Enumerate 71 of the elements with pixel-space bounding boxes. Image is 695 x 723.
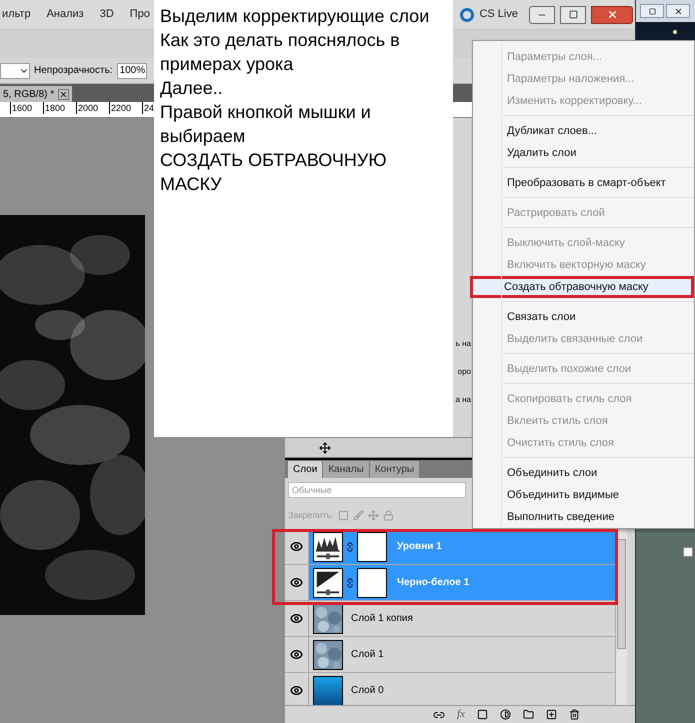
restore-button[interactable] bbox=[640, 4, 664, 18]
ruler-label: 2000 bbox=[76, 102, 109, 114]
resize-icon[interactable] bbox=[319, 442, 331, 454]
link-icon bbox=[345, 578, 355, 588]
menu-item[interactable]: Анализ bbox=[46, 6, 84, 23]
opacity-label: Непрозрачность: bbox=[34, 64, 113, 78]
eye-icon[interactable] bbox=[290, 648, 303, 661]
close-icon bbox=[674, 6, 682, 16]
lock-label: Закрепить: bbox=[288, 508, 334, 522]
adjustment-icon[interactable] bbox=[500, 709, 511, 720]
menu-item[interactable]: Преобразовать в смарт-объект bbox=[503, 172, 694, 194]
layer-row[interactable]: Слой 1 bbox=[285, 637, 615, 673]
gradient-thumbnail-icon bbox=[313, 676, 343, 705]
folder-icon[interactable] bbox=[522, 709, 534, 720]
fx-button[interactable]: fx bbox=[457, 706, 465, 723]
layer-name: Слой 1 копия bbox=[351, 612, 413, 626]
close-icon bbox=[606, 9, 618, 20]
layer-name: Слой 0 bbox=[351, 684, 384, 698]
cs-live-menu[interactable]: CS Live bbox=[479, 6, 518, 23]
menu-item[interactable]: Выполнить сведение bbox=[503, 506, 694, 528]
layer-name: Черно-белое 1 bbox=[397, 576, 470, 590]
note-text: Далее.. bbox=[160, 77, 224, 100]
levels-thumbnail-icon bbox=[313, 532, 343, 562]
close-button[interactable] bbox=[666, 4, 690, 18]
ruler-label: 2200 bbox=[109, 102, 142, 114]
panel-label: оро bbox=[458, 366, 471, 378]
layer-name: Слой 1 bbox=[351, 648, 384, 662]
note-text: СОЗДАТЬ ОБТРАВОЧНУЮ МАСКУ bbox=[160, 149, 388, 196]
panel-tab[interactable]: Слои bbox=[288, 461, 322, 478]
close-button[interactable] bbox=[591, 6, 633, 24]
menu-item[interactable]: Удалить слои bbox=[503, 142, 694, 164]
blend-mode-field[interactable]: Обычные bbox=[288, 482, 466, 498]
eye-icon[interactable] bbox=[290, 684, 303, 697]
restore-icon bbox=[648, 8, 656, 14]
maximize-button[interactable] bbox=[560, 6, 586, 24]
add-mask-icon[interactable] bbox=[476, 709, 488, 720]
mask-thumbnail bbox=[357, 568, 387, 598]
menu-item[interactable]: Объединить слои bbox=[503, 462, 694, 484]
layer-name: Уровни 1 bbox=[397, 540, 442, 554]
menu-item[interactable]: Про bbox=[130, 6, 150, 23]
trash-icon[interactable] bbox=[568, 709, 580, 720]
layer-row[interactable]: Слой 1 копия bbox=[285, 601, 615, 637]
new-layer-icon[interactable] bbox=[546, 709, 557, 720]
menu-item[interactable]: Дубликат слоев... bbox=[503, 120, 694, 142]
eye-icon[interactable] bbox=[290, 540, 303, 553]
link-icon bbox=[345, 542, 355, 552]
mask-thumbnail bbox=[357, 532, 387, 562]
menu-item[interactable]: Объединить видимые bbox=[503, 484, 694, 506]
panel-tab[interactable]: Каналы bbox=[323, 461, 369, 478]
ruler-label: 1600 bbox=[10, 102, 43, 114]
note-text: Выделим корректирующие слои bbox=[160, 5, 430, 28]
menu-item[interactable]: Создать обтравочную маску bbox=[470, 276, 694, 298]
preset-dropdown[interactable] bbox=[0, 62, 30, 78]
close-icon[interactable] bbox=[58, 88, 70, 100]
eye-icon[interactable] bbox=[290, 576, 303, 589]
menu-item[interactable]: ильтр bbox=[2, 6, 31, 23]
ruler-label: 1800 bbox=[43, 102, 76, 114]
eye-icon[interactable] bbox=[290, 612, 303, 625]
document-tab[interactable]: 5, RGB/8) * bbox=[0, 86, 72, 102]
contrast-thumbnail-icon bbox=[313, 568, 343, 598]
menu-item[interactable]: Связать слои bbox=[503, 306, 694, 328]
panel-label: а на bbox=[455, 394, 471, 406]
minimize-button[interactable] bbox=[529, 6, 555, 24]
ring-logo-icon bbox=[460, 8, 474, 22]
scroll-button[interactable] bbox=[683, 547, 693, 557]
panel-tab[interactable]: Контуры bbox=[370, 461, 420, 478]
note-text: Как это делать пояснялось в примерах урока bbox=[160, 29, 401, 76]
panel-label: ь на bbox=[456, 338, 471, 350]
maximize-icon bbox=[568, 10, 578, 19]
menu-item[interactable]: 3D bbox=[100, 6, 114, 23]
opacity-field[interactable]: 100% bbox=[116, 62, 147, 78]
